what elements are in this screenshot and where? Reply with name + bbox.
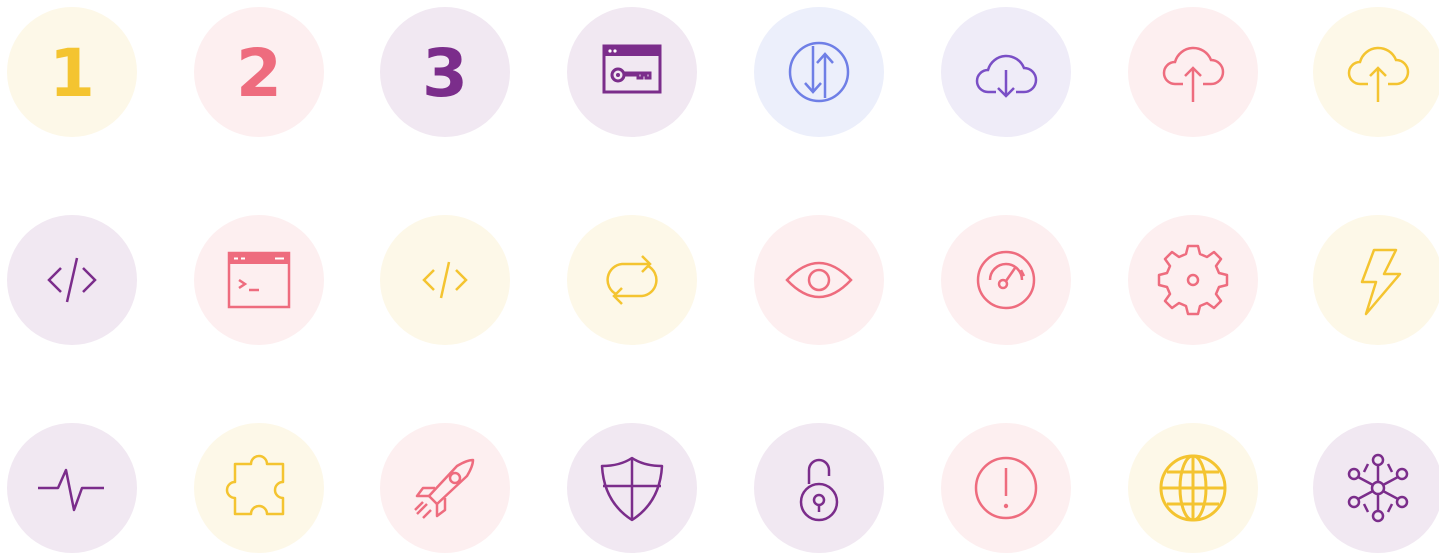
code-brackets-icon (47, 257, 97, 303)
step-2-badge: 2 (194, 7, 324, 137)
puzzle-piece-icon (225, 454, 285, 516)
puzzle-piece-badge (194, 423, 324, 553)
step-1-label: 1 (49, 35, 95, 112)
code-brackets-badge-yellow (380, 215, 510, 345)
gear-badge (1128, 215, 1258, 345)
cloud-download-badge (941, 7, 1071, 137)
globe-badge (1128, 423, 1258, 553)
pulse-line-icon (38, 468, 104, 512)
speedometer-icon (976, 250, 1036, 310)
code-brackets-icon (422, 261, 468, 299)
eye-icon (785, 261, 853, 299)
browser-key-icon (602, 44, 662, 94)
browser-key-badge (567, 7, 697, 137)
cloud-upload-icon (1347, 46, 1410, 102)
unlocked-padlock-badge (754, 423, 884, 553)
alert-circle-badge (941, 423, 1071, 553)
shield-icon (600, 456, 664, 522)
code-brackets-badge-purple (7, 215, 137, 345)
globe-icon (1159, 454, 1227, 522)
alert-circle-icon (974, 456, 1038, 520)
shield-badge (567, 423, 697, 553)
terminal-window-icon (227, 251, 291, 309)
unlocked-padlock-icon (799, 458, 839, 522)
up-down-arrows-badge (754, 7, 884, 137)
eye-badge (754, 215, 884, 345)
lightning-bolt-icon (1360, 248, 1402, 316)
pulse-line-badge (7, 423, 137, 553)
rocket-badge (380, 423, 510, 553)
cloud-download-icon (975, 54, 1038, 98)
lightning-bolt-badge (1313, 215, 1439, 345)
cloud-upload-badge-yellow (1313, 7, 1439, 137)
icon-grid: 1 2 3 (0, 0, 1439, 554)
network-hub-badge (1313, 423, 1439, 553)
cloud-upload-badge-pink (1128, 7, 1258, 137)
step-2-label: 2 (236, 35, 282, 112)
network-hub-icon (1347, 453, 1409, 523)
rocket-icon (414, 458, 475, 519)
gear-icon (1157, 244, 1229, 316)
step-1-badge: 1 (7, 7, 137, 137)
step-3-label: 3 (422, 35, 468, 112)
sync-arrows-icon (606, 255, 658, 305)
cloud-upload-icon (1162, 46, 1225, 102)
sync-arrows-badge (567, 215, 697, 345)
step-3-badge: 3 (380, 7, 510, 137)
terminal-window-badge (194, 215, 324, 345)
speedometer-badge (941, 215, 1071, 345)
up-down-arrows-icon (788, 41, 850, 103)
